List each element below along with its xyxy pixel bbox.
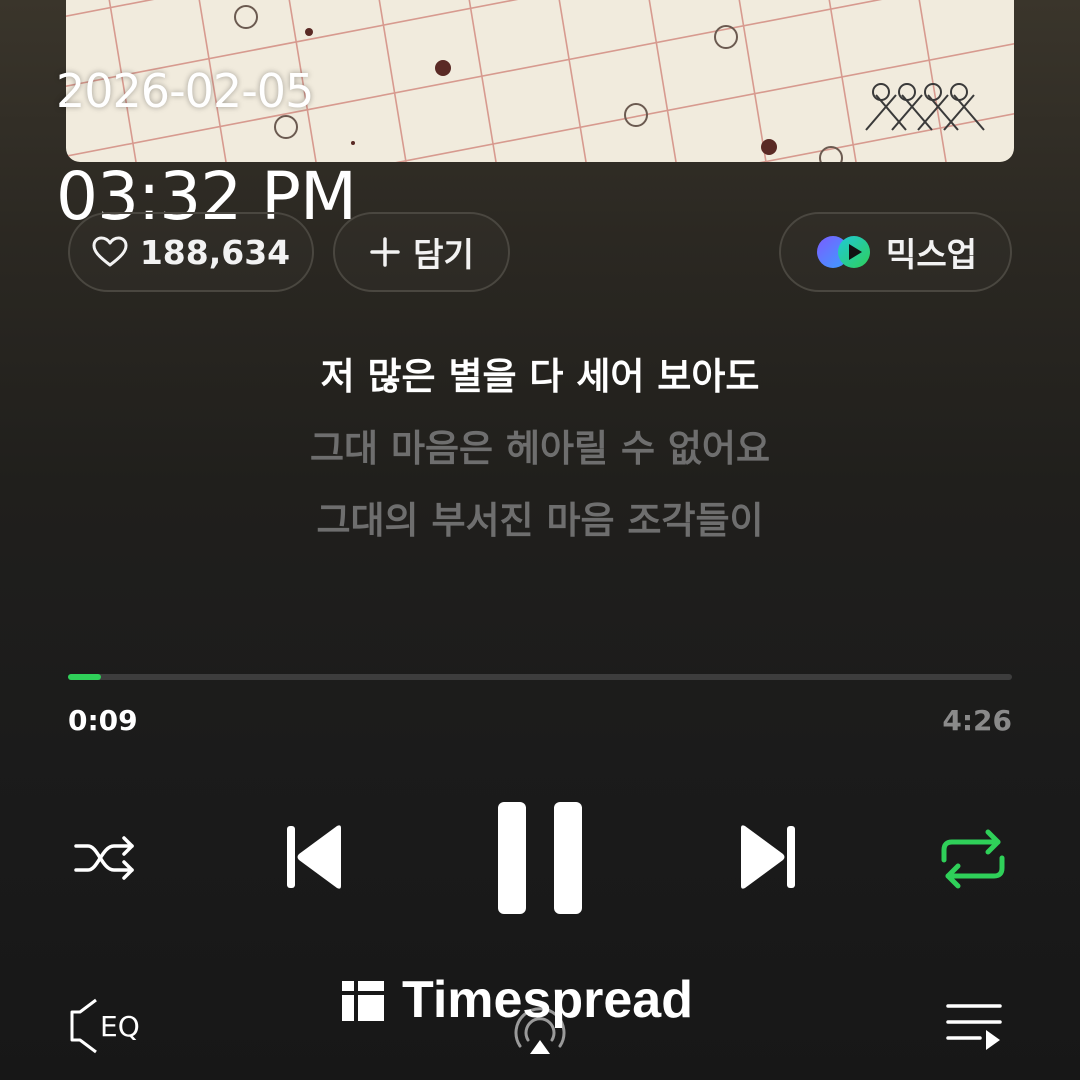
watermark: Timespread [340,971,693,1029]
lyric-line-current[interactable]: 저 많은 별을 다 세어 보아도 [0,346,1080,400]
current-time: 0:09 [68,704,138,737]
plus-icon [369,236,401,268]
lyric-line[interactable]: 그대의 부서진 마음 조각들이 [0,490,1080,544]
eq-label: EQ [100,1010,140,1043]
previous-button[interactable] [283,822,347,892]
skip-next-icon [741,825,795,889]
eq-button[interactable]: EQ [66,996,150,1056]
repeat-button[interactable] [938,828,1008,890]
seek-bar[interactable] [68,674,1012,680]
lyric-line[interactable]: 그대 마음은 헤아릴 수 없어요 [0,418,1080,472]
heart-icon [92,236,128,268]
repeat-icon [941,829,1005,889]
skip-previous-icon [287,825,341,889]
mixup-icon [814,232,874,272]
queue-icon [946,1004,1002,1050]
overlay-date: 2026-02-05 [56,64,314,118]
shuffle-button[interactable] [72,830,140,886]
add-to-playlist-button[interactable]: 담기 [333,212,510,292]
mixup-label: 믹스업 [885,235,978,274]
shuffle-icon [74,836,134,880]
next-button[interactable] [735,822,799,892]
like-count: 188,634 [139,232,291,272]
eq-icon: EQ [70,998,140,1054]
total-time: 4:26 [942,704,1012,737]
pause-button[interactable] [496,800,584,916]
mixup-button[interactable]: 믹스업 [779,212,1012,292]
watermark-text: Timespread [402,971,693,1029]
add-label: 담기 [413,235,474,274]
seek-bar-fill [68,674,102,680]
timespread-logo-icon [342,981,384,1021]
queue-button[interactable] [944,1000,1004,1054]
pause-icon [498,802,582,914]
like-button[interactable]: 188,634 [68,212,314,292]
